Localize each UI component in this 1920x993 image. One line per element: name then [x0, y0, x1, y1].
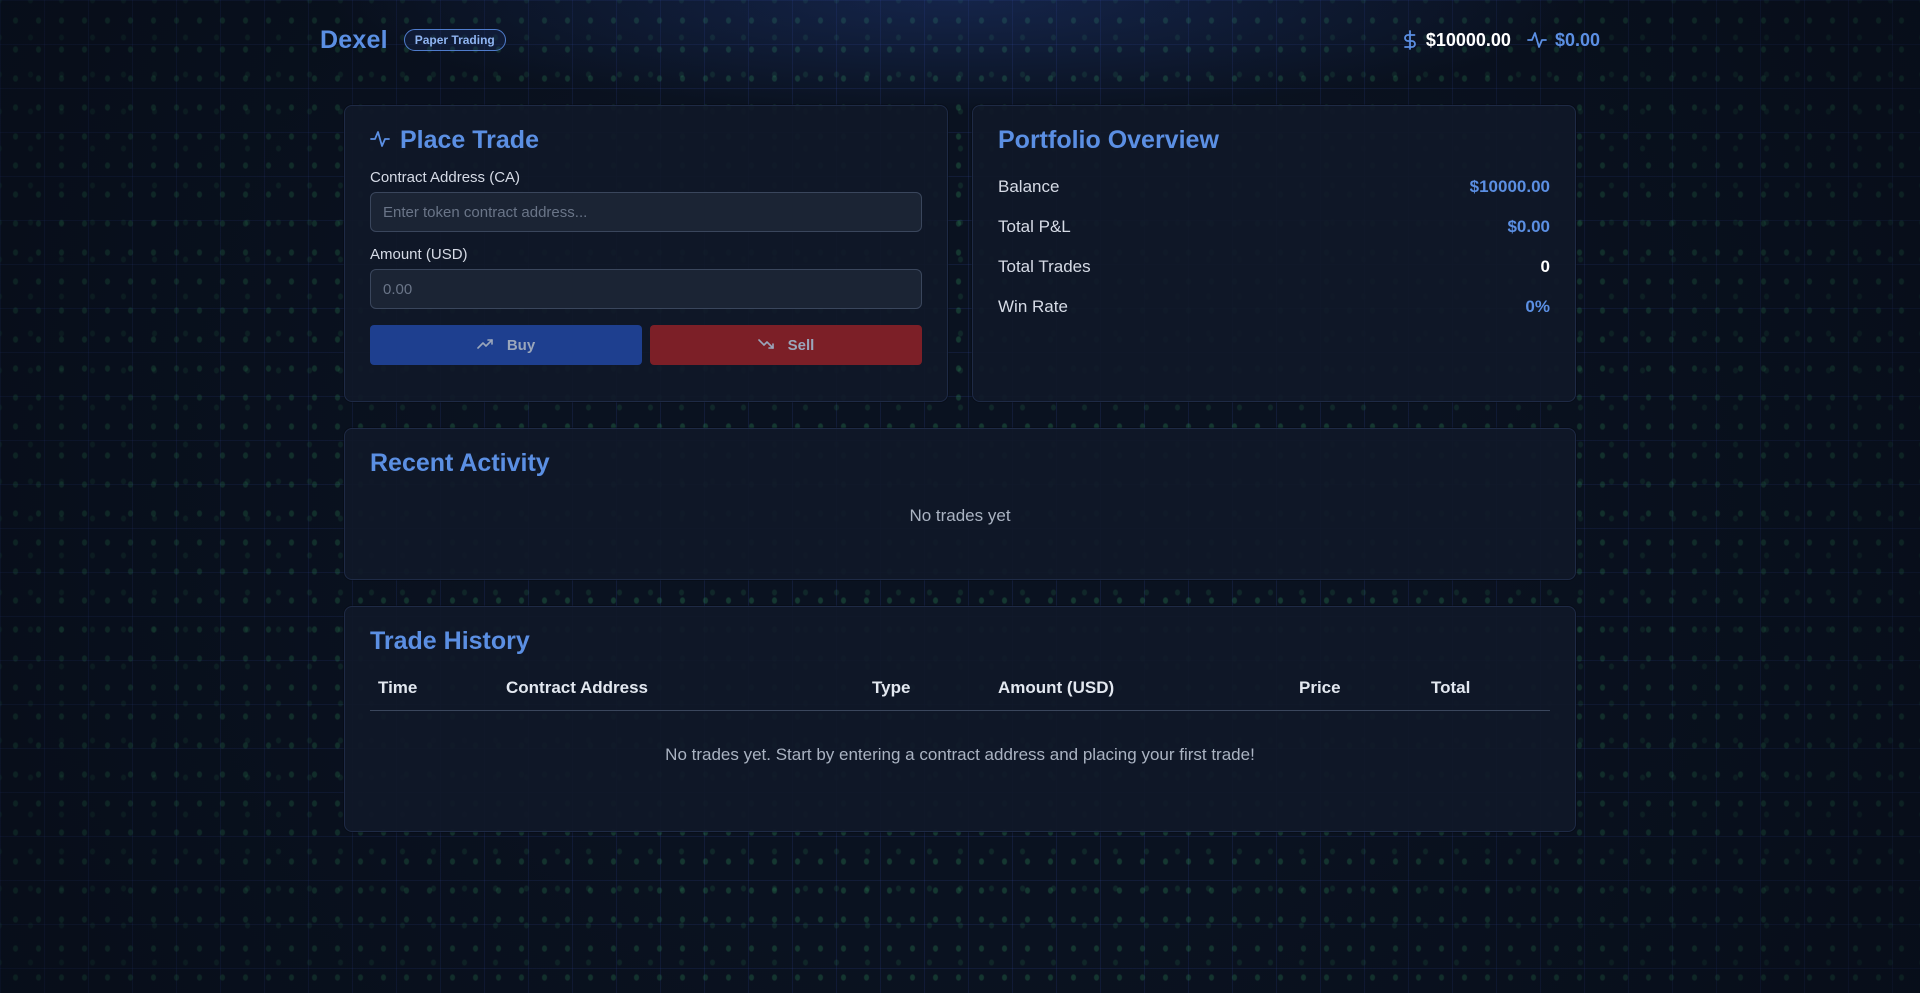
header-pnl: $0.00	[1527, 30, 1600, 51]
brand: Dexel Paper Trading	[320, 26, 506, 55]
place-trade-title: Place Trade	[370, 126, 922, 155]
win-rate-value: 0%	[1525, 297, 1550, 316]
mode-badge: Paper Trading	[403, 29, 506, 51]
place-trade-card: Place Trade Contract Address (CA) Amount…	[344, 105, 948, 402]
recent-activity-title: Recent Activity	[370, 449, 550, 477]
amount-input[interactable]	[370, 269, 922, 309]
total-trades-value: 0	[1540, 257, 1550, 276]
header-pnl-value: $0.00	[1554, 29, 1600, 50]
contract-address-label: Contract Address (CA)	[370, 169, 521, 186]
activity-icon	[370, 126, 390, 155]
buy-button[interactable]: Buy	[370, 325, 642, 365]
trade-history-card: Trade History Time Contract Address Type…	[344, 606, 1576, 832]
column-header-total: Total	[1423, 678, 1550, 711]
trade-buttons: Buy Sell	[370, 325, 922, 365]
balance-row: Balance $10000.00	[998, 167, 1550, 207]
amount-label: Amount (USD)	[370, 246, 468, 263]
total-pnl-row: Total P&L $0.00	[998, 207, 1550, 247]
portfolio-overview-card: Portfolio Overview Balance $10000.00 Tot…	[972, 105, 1576, 402]
top-bar: Dexel Paper Trading $10000.00 $0.00	[320, 22, 1600, 58]
total-pnl-value: $0.00	[1507, 217, 1550, 236]
dollar-icon	[1402, 30, 1418, 50]
buy-button-label: Buy	[506, 336, 536, 354]
total-pnl-label: Total P&L	[998, 217, 1071, 236]
sell-button-label: Sell	[787, 336, 815, 354]
activity-icon	[1527, 31, 1547, 49]
header-balance: $10000.00	[1402, 30, 1511, 51]
total-trades-row: Total Trades 0	[998, 247, 1550, 287]
header-stats: $10000.00 $0.00	[1402, 30, 1600, 51]
balance-label: Balance	[998, 177, 1060, 196]
portfolio-overview-title: Portfolio Overview	[998, 126, 1219, 154]
trending-up-icon	[477, 337, 493, 354]
table-row: No trades yet. Start by entering a contr…	[370, 711, 1550, 766]
sell-button[interactable]: Sell	[650, 325, 922, 365]
recent-activity-empty: No trades yet	[909, 506, 1011, 525]
app-logo[interactable]: Dexel	[320, 26, 388, 55]
recent-activity-card: Recent Activity No trades yet	[344, 428, 1576, 580]
trade-history-empty: No trades yet. Start by entering a contr…	[665, 745, 1255, 764]
column-header-contract-address: Contract Address	[498, 678, 864, 711]
column-header-price: Price	[1291, 678, 1423, 711]
header-balance-value: $10000.00	[1425, 29, 1511, 50]
total-trades-label: Total Trades	[998, 257, 1091, 276]
column-header-amount: Amount (USD)	[990, 678, 1291, 711]
balance-value: $10000.00	[1469, 177, 1550, 196]
win-rate-label: Win Rate	[998, 297, 1068, 316]
table-header-row: Time Contract Address Type Amount (USD) …	[370, 678, 1550, 711]
contract-address-input[interactable]	[370, 192, 922, 232]
place-trade-heading: Place Trade	[400, 126, 539, 154]
portfolio-stats: Balance $10000.00 Total P&L $0.00 Total …	[998, 167, 1550, 327]
win-rate-row: Win Rate 0%	[998, 287, 1550, 327]
trending-down-icon	[757, 337, 774, 354]
trade-history-title: Trade History	[370, 627, 530, 655]
column-header-type: Type	[864, 678, 990, 711]
column-header-time: Time	[370, 678, 498, 711]
trade-history-table: Time Contract Address Type Amount (USD) …	[370, 678, 1550, 765]
